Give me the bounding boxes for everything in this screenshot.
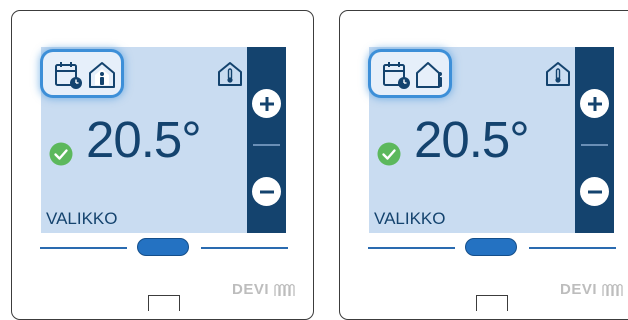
check-circle-icon — [49, 142, 73, 166]
increase-temperature-button[interactable] — [580, 89, 609, 118]
minus-icon — [259, 190, 274, 193]
adjust-sidebar — [575, 47, 614, 233]
calendar-clock-icon[interactable] — [382, 60, 412, 90]
sidebar-divider — [581, 144, 608, 146]
brand-waves-icon — [602, 283, 623, 296]
thermostat-device-1: 20.5° VALIKKO DEVI — [11, 10, 314, 320]
minus-icon — [587, 190, 602, 193]
temperature-readout: 20.5° — [86, 111, 202, 168]
menu-label[interactable]: VALIKKO — [46, 209, 118, 229]
menu-label[interactable]: VALIKKO — [374, 209, 446, 229]
thermostat-screen: 20.5° VALIKKO — [41, 47, 286, 233]
thermostat-device-2: 20.5° VALIKKO DEVI — [339, 10, 628, 320]
center-touch-button[interactable] — [137, 238, 189, 256]
home-person-icon[interactable] — [415, 61, 445, 89]
thermometer-house-icon[interactable] — [545, 61, 571, 87]
adjust-sidebar — [247, 47, 286, 233]
touch-line-left — [40, 247, 127, 249]
sidebar-divider — [253, 144, 280, 146]
thermometer-house-icon[interactable] — [217, 61, 243, 87]
decrease-temperature-button[interactable] — [580, 177, 609, 206]
plus-icon — [259, 96, 274, 111]
brand-logo-text: DEVI — [232, 281, 270, 298]
check-circle-icon — [377, 142, 401, 166]
thermostat-screen: 20.5° VALIKKO — [369, 47, 614, 233]
home-person-icon[interactable] — [87, 61, 117, 89]
calendar-clock-icon[interactable] — [54, 60, 84, 90]
bottom-bracket — [476, 295, 508, 311]
bottom-bracket — [148, 295, 180, 311]
center-touch-button[interactable] — [465, 238, 517, 256]
decrease-temperature-button[interactable] — [252, 177, 281, 206]
temperature-readout: 20.5° — [414, 111, 530, 168]
touch-line-left — [368, 247, 455, 249]
brand-logo-text: DEVI — [560, 281, 598, 298]
plus-icon — [587, 96, 602, 111]
touch-line-right — [201, 247, 288, 249]
brand-waves-icon — [274, 283, 295, 296]
increase-temperature-button[interactable] — [252, 89, 281, 118]
touch-line-right — [529, 247, 616, 249]
